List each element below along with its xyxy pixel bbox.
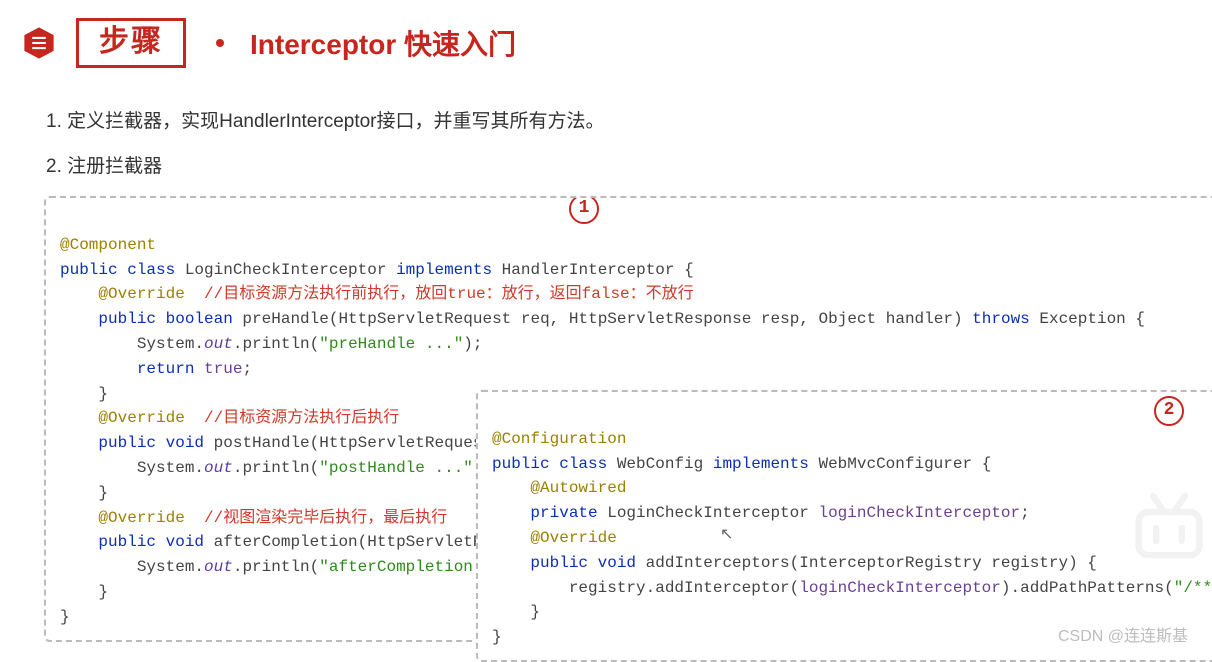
steps-list: 定义拦截器，实现HandlerInterceptor接口，并重写其所有方法。 注… — [46, 106, 1190, 178]
code-text: afterCompletion(HttpServletReque — [204, 533, 521, 551]
field: out — [204, 335, 233, 353]
field: loginCheckInterceptor — [818, 504, 1020, 522]
annotation: @Component — [60, 236, 156, 254]
kw: public void — [98, 434, 204, 452]
kw: private — [530, 504, 597, 522]
step-badge: 步骤 — [76, 18, 186, 68]
code-text: LoginCheckInterceptor — [598, 504, 819, 522]
code-text: preHandle(HttpServletRequest req, HttpSe… — [233, 310, 972, 328]
literal: true — [194, 360, 242, 378]
brace: } — [60, 608, 70, 626]
page-title: Interceptor 快速入门 — [250, 23, 516, 63]
kw: public void — [530, 554, 636, 572]
code-text: .println( — [233, 558, 319, 576]
kw: return — [137, 360, 195, 378]
comment: //目标资源方法执行前执行，放回true：放行，返回false：不放行 — [204, 285, 694, 303]
code-text: ); — [463, 335, 482, 353]
kw: implements — [396, 261, 492, 279]
code-text: System. — [60, 335, 204, 353]
list-hexagon-icon — [22, 26, 56, 60]
code-text: System. — [60, 558, 204, 576]
code-text: ; — [242, 360, 252, 378]
code-text: WebConfig — [607, 455, 713, 473]
annotation: @Override — [98, 409, 184, 427]
brace: } — [492, 628, 502, 646]
annotation: @Autowired — [530, 479, 626, 497]
kw: public boolean — [98, 310, 232, 328]
kw: public void — [98, 533, 204, 551]
code-text: .println( — [233, 459, 319, 477]
code-text: addInterceptors(InterceptorRegistry regi… — [636, 554, 1097, 572]
kw: throws — [972, 310, 1030, 328]
annotation: @Override — [530, 529, 616, 547]
code-text: HandlerInterceptor { — [492, 261, 694, 279]
kw: public class — [492, 455, 607, 473]
kw: implements — [713, 455, 809, 473]
annotation: @Override — [98, 285, 184, 303]
badge-one: 1 — [569, 196, 599, 224]
code-text: ).addPathPatterns( — [1001, 579, 1174, 597]
brace: } — [98, 484, 108, 502]
step-item: 定义拦截器，实现HandlerInterceptor接口，并重写其所有方法。 — [46, 106, 1190, 133]
bullet-icon — [216, 39, 224, 47]
bilibili-tv-icon — [1126, 488, 1212, 573]
code-text: WebMvcConfigurer { — [809, 455, 991, 473]
string: "/**" — [1174, 579, 1212, 597]
kw: public class — [60, 261, 175, 279]
field: loginCheckInterceptor — [799, 579, 1001, 597]
annotation: @Override — [98, 509, 184, 527]
code-text: ; — [1020, 504, 1030, 522]
brace: } — [98, 385, 108, 403]
code-text: System. — [60, 459, 204, 477]
cursor-icon: ↖ — [720, 524, 733, 544]
step-item: 注册拦截器 — [46, 151, 1190, 178]
comment: //目标资源方法执行后执行 — [204, 409, 399, 427]
code-text: registry.addInterceptor( — [492, 579, 799, 597]
string: "preHandle ..." — [319, 335, 463, 353]
brace: } — [98, 583, 108, 601]
field: out — [204, 558, 233, 576]
code-text: LoginCheckInterceptor — [175, 261, 396, 279]
code-text: .println( — [233, 335, 319, 353]
badge-two: 2 — [1154, 396, 1184, 426]
code-text: Exception { — [1030, 310, 1145, 328]
header: 步骤 Interceptor 快速入门 — [22, 18, 1190, 68]
watermark: CSDN @连连斯基 — [1058, 622, 1188, 646]
string: "postHandle ..." — [319, 459, 473, 477]
comment: //视图渲染完毕后执行，最后执行 — [204, 509, 447, 527]
brace: } — [530, 603, 540, 621]
annotation: @Configuration — [492, 430, 626, 448]
field: out — [204, 459, 233, 477]
code-text: postHandle(HttpServletRequest re — [204, 434, 521, 452]
